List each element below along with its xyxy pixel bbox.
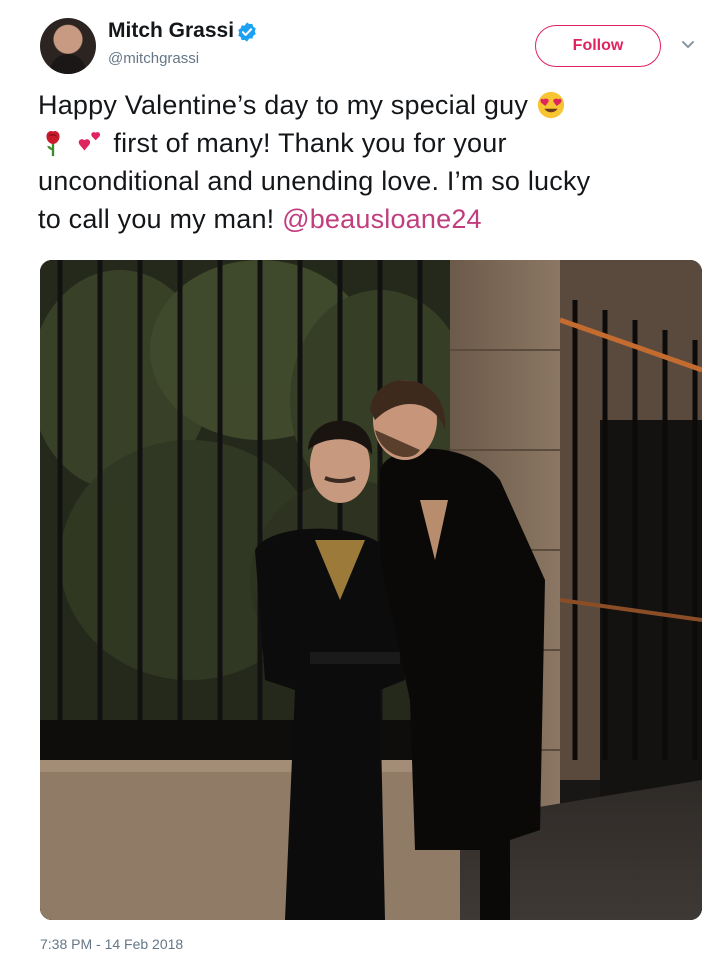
- rose-emoji-icon: [46, 131, 60, 157]
- two-hearts-emoji-icon: [78, 132, 100, 151]
- tweet-header: Mitch Grassi @mitchgrassi Follow: [0, 0, 720, 80]
- tweet-text: Happy Valentine’s day to my special guy …: [38, 86, 706, 238]
- chevron-down-icon[interactable]: [680, 36, 696, 52]
- display-name[interactable]: Mitch Grassi: [108, 19, 234, 43]
- mention-link[interactable]: @beausloane24: [282, 204, 482, 234]
- tweet-timestamp[interactable]: 7:38 PM - 14 Feb 2018: [40, 936, 183, 952]
- heart-eyes-emoji-icon: [537, 91, 564, 119]
- tweet-photo[interactable]: [40, 260, 702, 920]
- verified-badge-icon: [238, 22, 256, 42]
- user-handle[interactable]: @mitchgrassi: [108, 50, 199, 67]
- tweet-line-3: unconditional and unending love. I’m so …: [38, 166, 591, 196]
- tweet-line-4: to call you my man! @beausloane24: [38, 204, 482, 234]
- tweet-line-2: first of many! Thank you for your: [38, 124, 706, 162]
- photo-illustration: [40, 260, 702, 920]
- avatar[interactable]: [40, 18, 96, 74]
- follow-button[interactable]: Follow: [535, 25, 661, 67]
- tweet-line-1: Happy Valentine’s day to my special guy: [38, 86, 706, 124]
